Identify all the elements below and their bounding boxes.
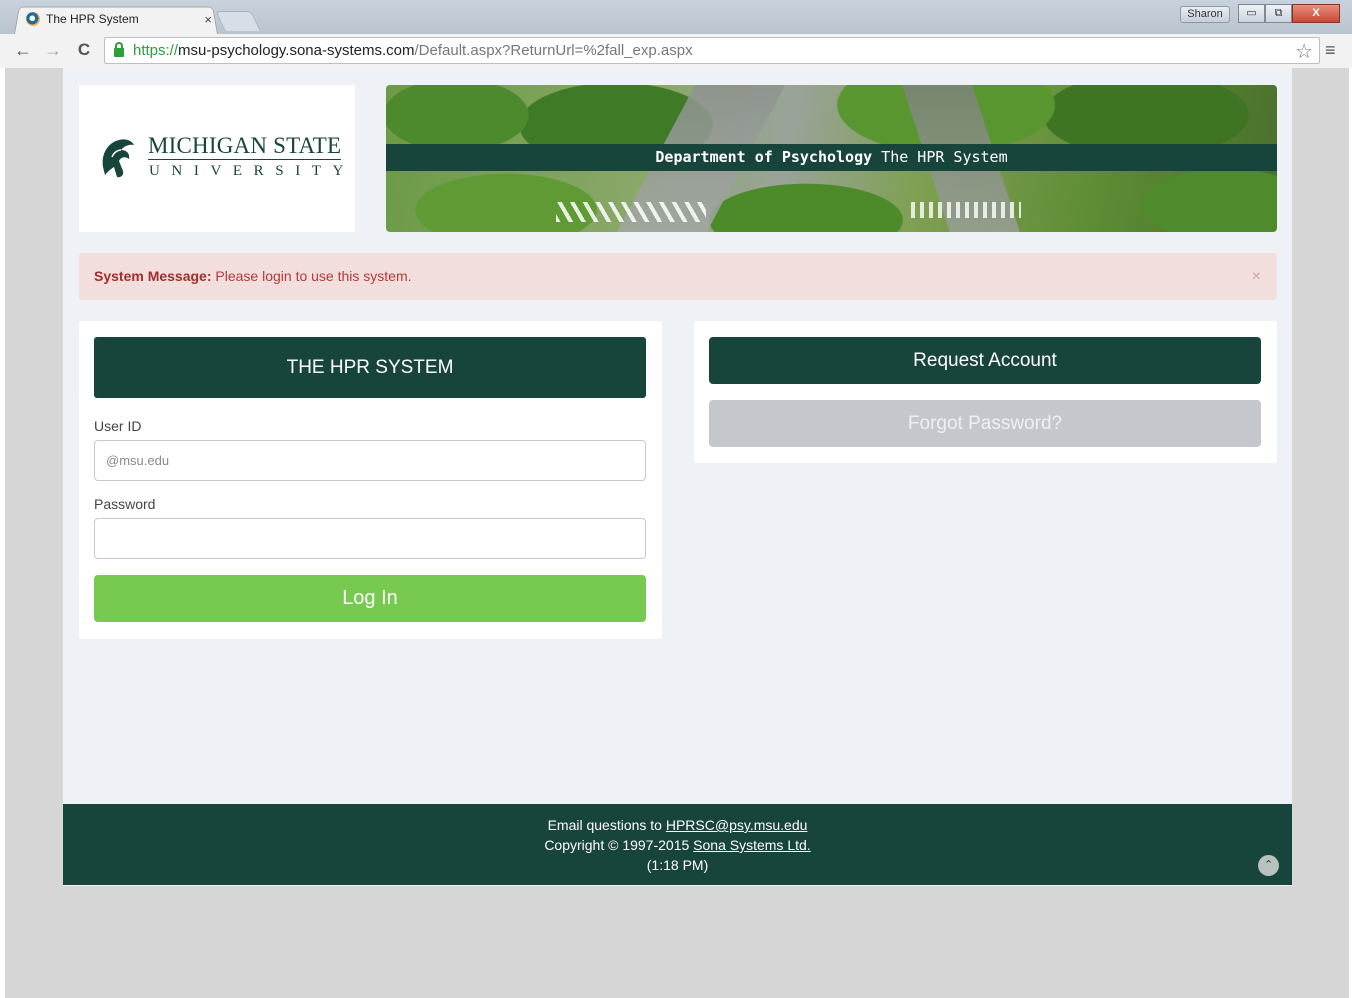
browser-chrome: The HPR System × Sharon ▭ ⧉ X ← → C http… — [0, 0, 1352, 68]
footer-email-line: Email questions to HPRSC@psy.msu.edu — [63, 815, 1292, 835]
star-icon[interactable]: ☆ — [1295, 39, 1313, 64]
url-text[interactable]: https://msu-psychology.sona-systems.com/… — [133, 42, 693, 59]
page-container: MICHIGAN STATE UNIVERSITY Department of … — [63, 68, 1292, 886]
footer-email-link[interactable]: HPRSC@psy.msu.edu — [666, 817, 808, 833]
msu-logo[interactable]: MICHIGAN STATE UNIVERSITY — [79, 85, 355, 232]
tab-title: The HPR System — [46, 12, 139, 26]
page-footer: Email questions to HPRSC@psy.msu.edu Cop… — [63, 804, 1292, 885]
favicon-icon — [26, 12, 40, 26]
url-host: msu-psychology.sona-systems.com — [178, 42, 415, 59]
tab-close-icon[interactable]: × — [204, 12, 212, 27]
password-input[interactable] — [94, 518, 646, 559]
alert-close-icon[interactable]: × — [1252, 253, 1261, 300]
forgot-password-button[interactable]: Forgot Password? — [709, 400, 1261, 447]
banner-crosswalk — [556, 202, 706, 222]
spartan-helmet-icon — [102, 139, 134, 178]
account-panel: Request Account Forgot Password? — [694, 321, 1277, 463]
tab-strip: The HPR System × Sharon ▭ ⧉ X — [0, 0, 1352, 35]
login-button[interactable]: Log In — [94, 575, 646, 622]
page-viewport: MICHIGAN STATE UNIVERSITY Department of … — [5, 68, 1349, 998]
banner-title-bar: Department of Psychology The HPR System — [386, 144, 1277, 171]
banner-system-name: The HPR System — [881, 148, 1008, 166]
browser-tab-content[interactable]: The HPR System × — [26, 9, 216, 29]
footer-company-link[interactable]: Sona Systems Ltd. — [693, 837, 811, 853]
request-account-button[interactable]: Request Account — [709, 337, 1261, 384]
banner-crosswalk — [911, 202, 1021, 218]
userid-input[interactable] — [94, 440, 646, 481]
userid-label: User ID — [94, 418, 142, 434]
system-message-alert: System Message: Please login to use this… — [79, 253, 1277, 300]
close-window-button[interactable]: X — [1292, 4, 1340, 23]
back-button[interactable]: ← — [12, 38, 34, 62]
footer-copyright-line: Copyright © 1997-2015 Sona Systems Ltd. — [63, 835, 1292, 855]
footer-email-prefix: Email questions to — [547, 817, 662, 833]
lock-icon — [114, 42, 124, 57]
minimize-button[interactable]: ▭ — [1238, 4, 1265, 23]
browser-toolbar: ← → C https://msu-psychology.sona-system… — [0, 34, 1352, 68]
reload-button[interactable]: C — [73, 38, 95, 62]
forward-button[interactable]: → — [42, 38, 64, 62]
footer-time: (1:18 PM) — [646, 857, 709, 873]
window-controls: ▭ ⧉ X — [1238, 4, 1340, 24]
url-path: /Default.aspx?ReturnUrl=%2fall_exp.aspx — [414, 42, 693, 59]
password-label: Password — [94, 496, 156, 512]
footer-copyright: Copyright © 1997-2015 — [544, 837, 690, 853]
login-panel: THE HPR SYSTEM User ID Password Log In — [79, 321, 662, 639]
maximize-button[interactable]: ⧉ — [1265, 4, 1292, 23]
url-scheme: https:// — [133, 42, 179, 59]
scroll-to-top-icon[interactable]: ⌃ — [1258, 855, 1279, 876]
alert-label: System Message: — [94, 268, 212, 284]
header-banner: Department of Psychology The HPR System — [386, 85, 1277, 232]
alert-text: Please login to use this system. — [215, 268, 412, 284]
logo-wordmark: MICHIGAN STATE — [148, 133, 342, 160]
profile-button[interactable]: Sharon — [1180, 6, 1230, 23]
address-bar[interactable]: https://msu-psychology.sona-systems.com/… — [104, 37, 1320, 64]
login-title: THE HPR SYSTEM — [94, 337, 646, 398]
banner-department: Department of Psychology — [655, 148, 873, 166]
logo-subtitle: UNIVERSITY — [149, 163, 355, 179]
menu-icon[interactable]: ≡ — [1325, 40, 1336, 61]
new-tab-button[interactable] — [215, 11, 261, 31]
